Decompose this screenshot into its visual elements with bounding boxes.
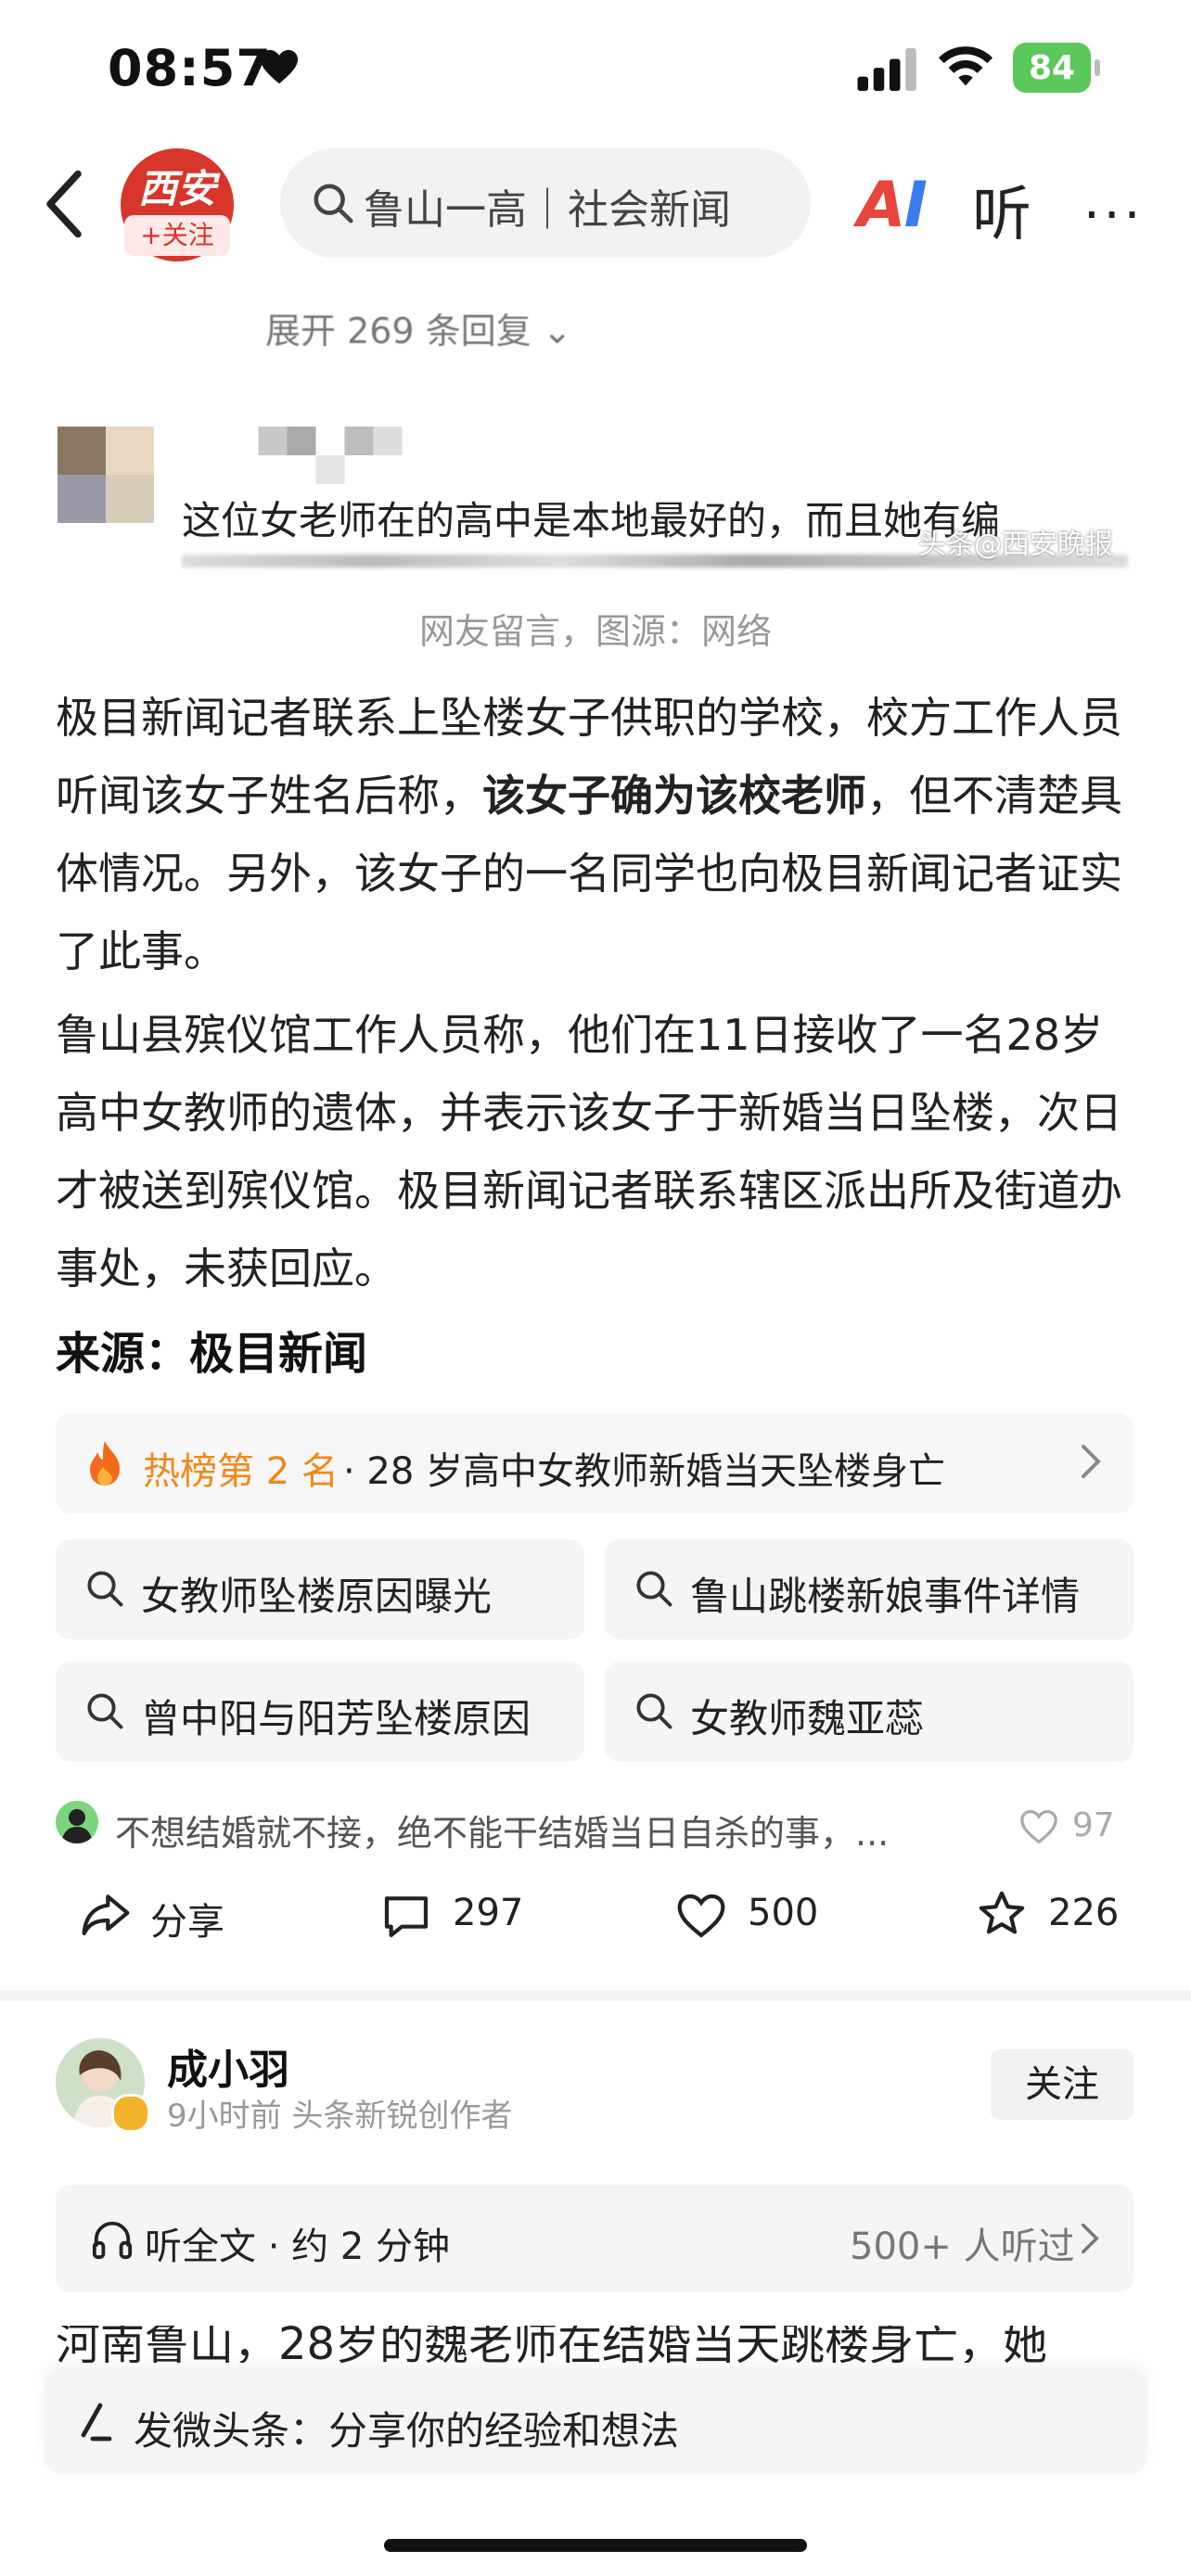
p1-bold-text: 该女子确为该校老师 <box>482 771 866 821</box>
follow-button[interactable]: 关注 <box>991 2049 1133 2120</box>
chevron-right-icon <box>1082 2223 1099 2254</box>
comment-icon[interactable] <box>380 1890 432 1942</box>
account-logo-text: 西安 <box>137 166 216 211</box>
like-count[interactable]: 500 <box>748 1892 818 1934</box>
share-label[interactable]: 分享 <box>150 1892 224 1945</box>
follow-badge-button[interactable]: +关注 <box>124 215 230 256</box>
heart-icon <box>261 49 298 84</box>
listen-button[interactable]: 听 <box>972 167 1031 252</box>
section-divider <box>0 1990 1191 2001</box>
like-icon[interactable] <box>675 1890 727 1942</box>
post-time: 9小时前 <box>167 2098 282 2135</box>
ai-label-a: A <box>857 169 906 242</box>
search-icon <box>636 1693 672 1729</box>
user-silhouette-icon <box>61 1809 93 1843</box>
blurred-username <box>258 427 403 484</box>
more-options-button[interactable]: ··· <box>1083 185 1144 246</box>
back-arrow-icon[interactable] <box>41 169 87 239</box>
blurred-avatar <box>58 427 154 523</box>
article-paragraph-2: 鲁山县殡仪馆工作人员称，他们在11日接收了一名28岁高中女教师的遗体，并表示该女… <box>56 1010 1122 1294</box>
hot-rank-label: 热榜第 2 名 <box>143 1450 339 1493</box>
battery-tip <box>1095 59 1100 76</box>
comment-like-count: 97 <box>1072 1806 1115 1844</box>
listen-count: 500+ 人听过 <box>850 2225 1075 2268</box>
next-article-text: 河南鲁山，28岁的魏老师在结婚当天跳楼身亡，她 <box>56 2326 1048 2363</box>
related-search-text: 曾中阳与阳芳坠楼原因 <box>141 1696 531 1741</box>
home-indicator[interactable] <box>384 2539 807 2552</box>
search-icon <box>636 1571 672 1607</box>
cellular-signal-icon <box>857 48 916 91</box>
status-time: 08:57 <box>108 39 272 97</box>
expand-replies-label: 展开 269 条回复 <box>265 311 531 351</box>
image-watermark: 头条@西安晚报 <box>918 529 1113 561</box>
ai-label-i: I <box>903 169 928 242</box>
search-icon <box>87 1693 123 1729</box>
search-icon <box>87 1571 123 1607</box>
like-heart-icon[interactable] <box>1018 1808 1059 1845</box>
hot-title: · 28 岁高中女教师新婚当天坠楼身亡 <box>343 1450 946 1493</box>
headphones-icon <box>92 2221 133 2260</box>
expand-replies-text: 展开 269 条回复 ⌄ <box>265 311 572 351</box>
embedded-comment-text: 这位女老师在的高中是本地最好的，而且她有编 <box>182 498 1001 543</box>
related-search-text: 女教师坠楼原因曝光 <box>141 1574 493 1619</box>
flame-icon <box>90 1441 120 1486</box>
favorite-count[interactable]: 226 <box>1048 1892 1119 1934</box>
pen-icon <box>81 2403 112 2442</box>
comment-count[interactable]: 297 <box>453 1892 523 1934</box>
listen-label: 听全文 · 约 2 分钟 <box>145 2225 451 2268</box>
article-source: 来源：极目新闻 <box>56 1328 368 1380</box>
commenter-avatar[interactable] <box>56 1801 98 1843</box>
share-icon[interactable] <box>80 1888 132 1940</box>
wifi-icon <box>938 46 993 86</box>
search-icon <box>314 184 353 223</box>
related-search-text: 鲁山跳楼新娘事件详情 <box>690 1574 1081 1619</box>
author-meta: 9小时前 头条新锐创作者 <box>167 2090 512 2136</box>
battery-indicator: 84 <box>1013 43 1102 93</box>
author-name[interactable]: 成小羽 <box>167 2036 289 2096</box>
comment-preview-text[interactable]: 不想结婚就不接，绝不能干结婚当日自杀的事，... <box>115 1804 889 1855</box>
compose-placeholder[interactable]: 发微头条：分享你的经验和想法 <box>134 2400 679 2456</box>
verified-badge-icon <box>111 2094 150 2133</box>
ai-button[interactable]: AI <box>857 169 928 242</box>
author-role: 头条新锐创作者 <box>291 2098 513 2135</box>
battery-level: 84 <box>1013 43 1091 93</box>
star-icon[interactable] <box>976 1888 1028 1940</box>
search-query-text[interactable]: 鲁山一高｜社会新闻 <box>364 176 772 236</box>
related-search-text: 女教师魏亚蕊 <box>690 1696 925 1741</box>
chevron-right-icon <box>1082 1445 1101 1478</box>
article-paragraph-1: 极目新闻记者联系上坠楼女子供职的学校，校方工作人员听闻该女子姓名后称，该女子确为… <box>56 679 1132 990</box>
image-caption: 网友留言，图源：网络 <box>418 611 772 652</box>
